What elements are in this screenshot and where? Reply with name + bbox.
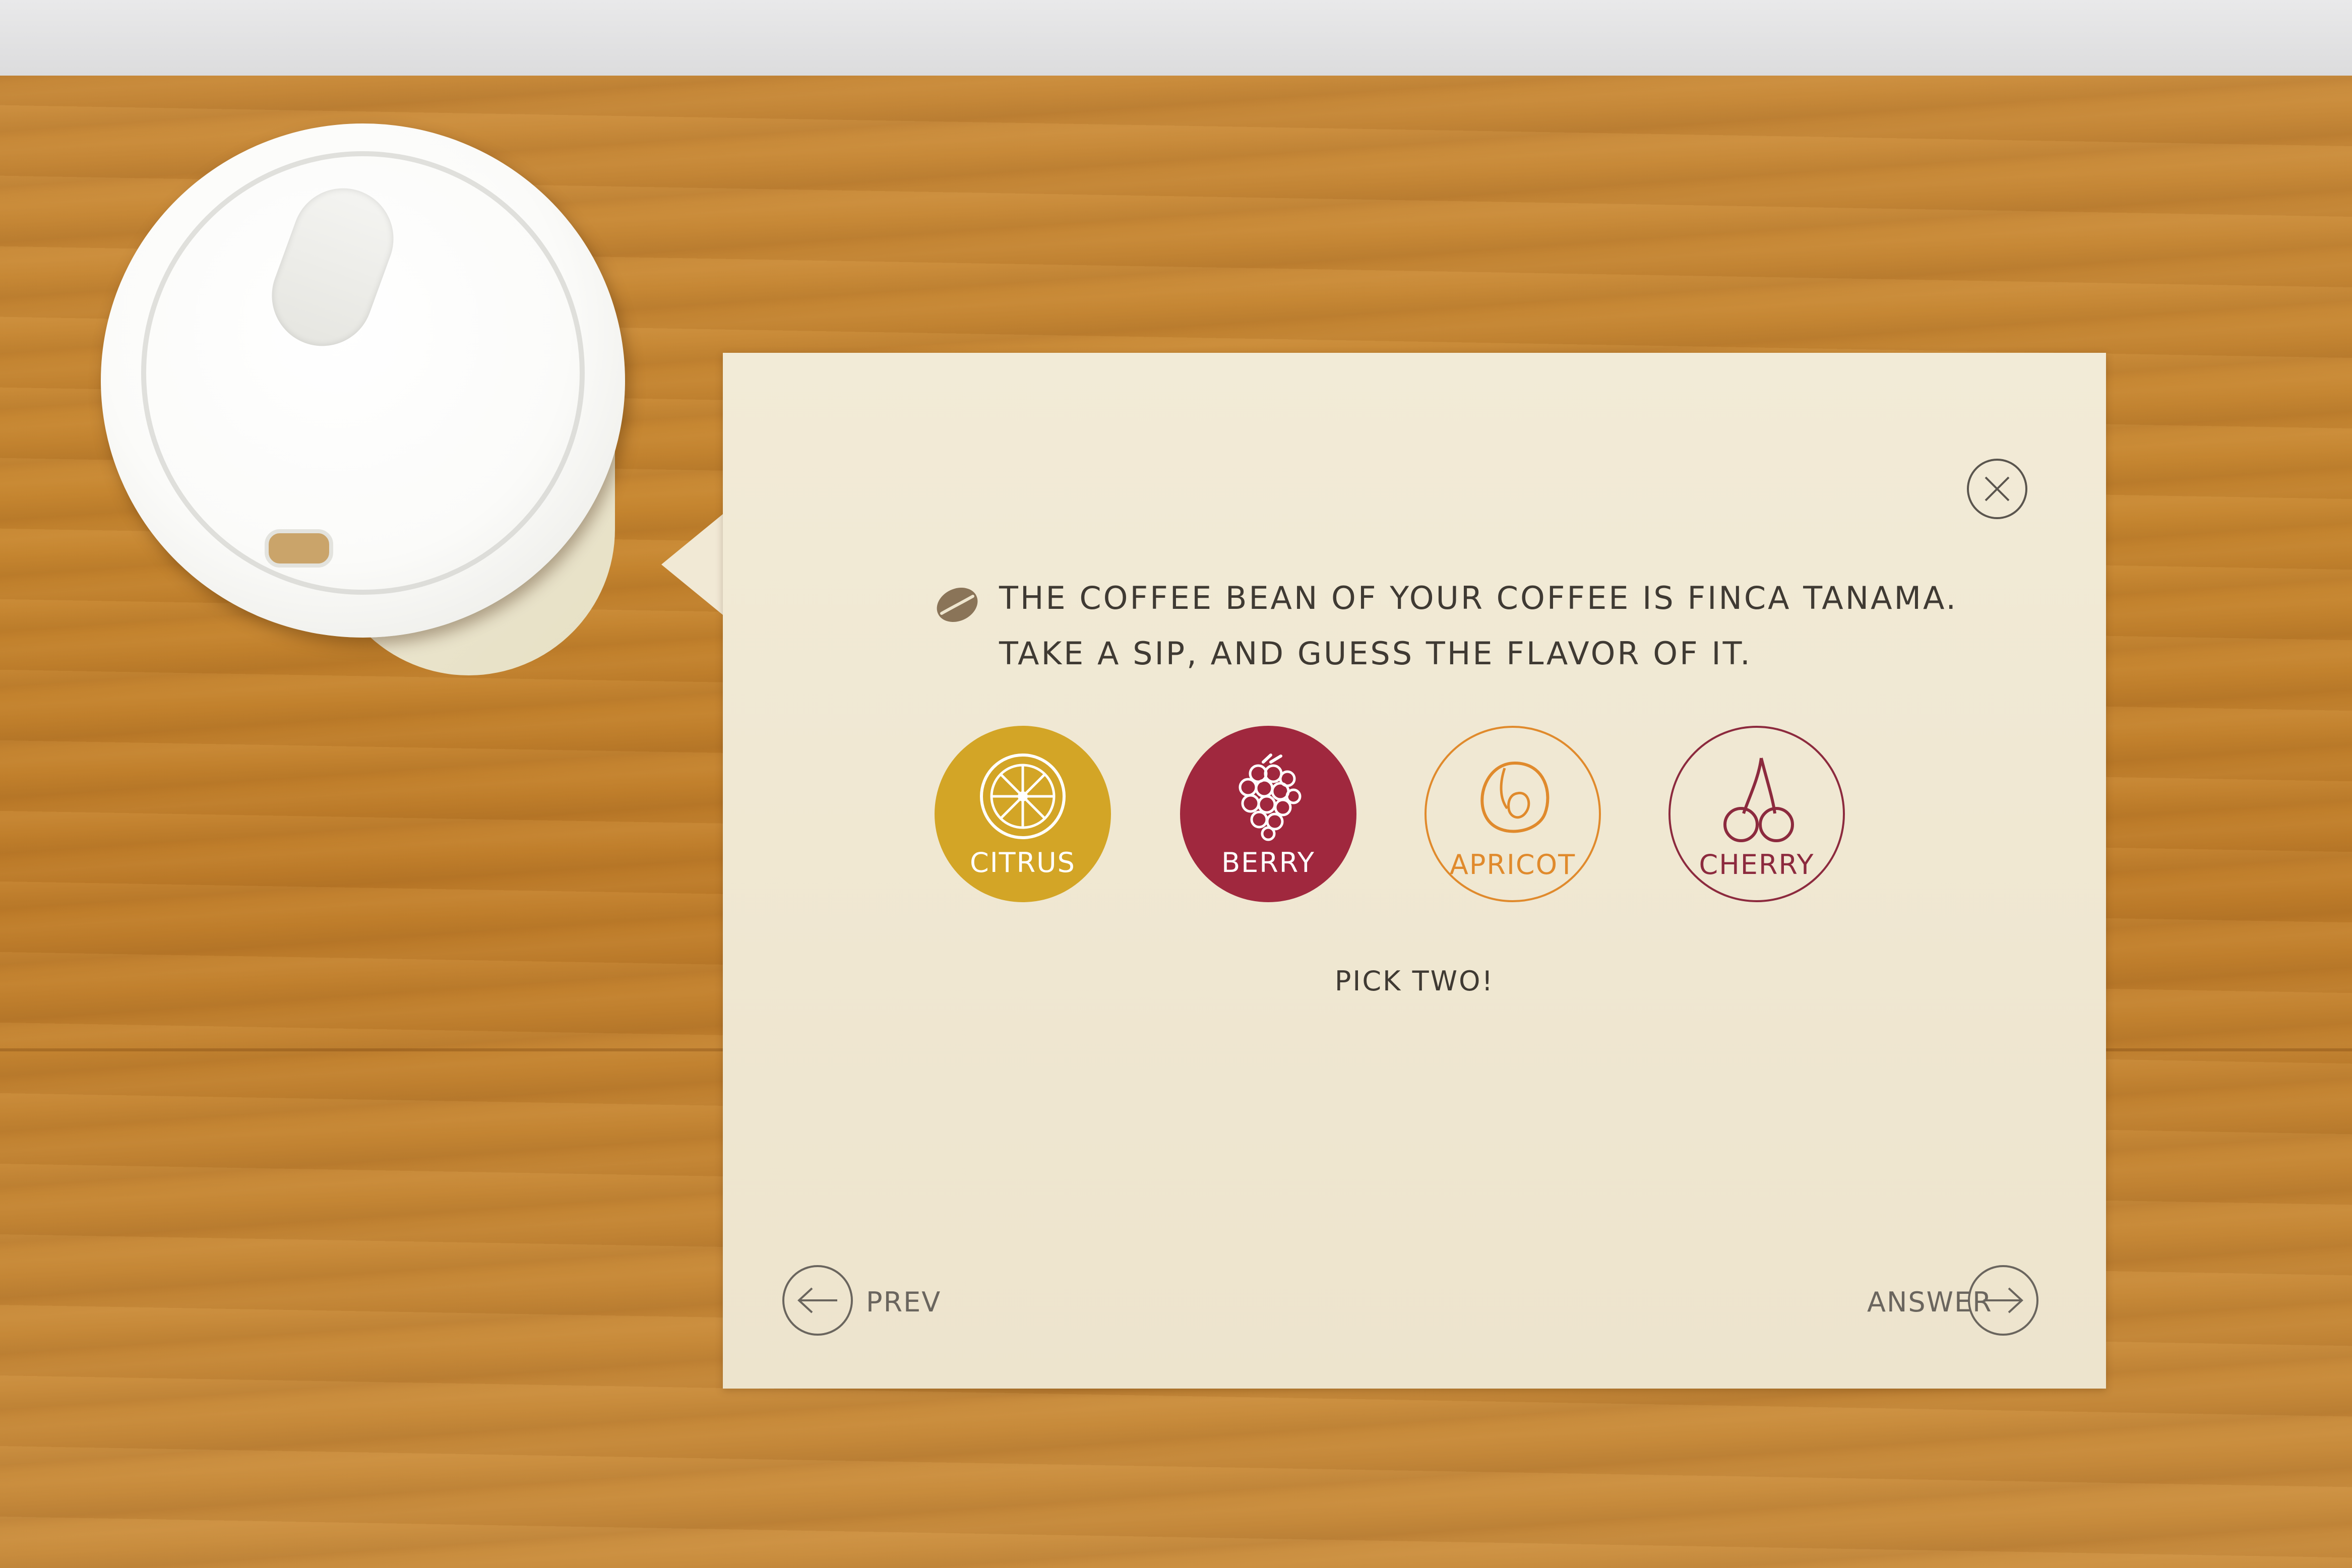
option-berry[interactable]: Berry — [1180, 726, 1356, 902]
option-citrus[interactable]: Citrus — [935, 726, 1111, 902]
option-label-cherry: Cherry — [1699, 849, 1815, 881]
answer-circle — [1968, 1265, 2038, 1336]
close-button[interactable] — [1967, 459, 2027, 519]
prev-button[interactable]: Prev — [782, 1265, 940, 1336]
background-wall — [0, 0, 2352, 76]
prev-circle — [782, 1265, 853, 1336]
option-label-berry: Berry — [1221, 847, 1315, 879]
question-line-1: The coffee bean of your coffee is Finca … — [999, 580, 1958, 616]
berry-icon — [1239, 754, 1302, 841]
arrow-right-icon — [1984, 1287, 2023, 1313]
arrow-left-icon — [797, 1287, 837, 1313]
coffee-cup-sip-hole — [265, 529, 333, 568]
card-pointer — [661, 514, 723, 615]
cherry-icon — [1723, 758, 1794, 842]
apricot-icon — [1480, 761, 1550, 833]
coffee-bean-icon — [937, 587, 978, 622]
option-label-apricot: Apricot — [1449, 849, 1576, 881]
question-line-2: Take a sip, and guess the flavor of it. — [999, 635, 1752, 672]
citrus-icon — [980, 754, 1066, 839]
option-label-citrus: Citrus — [970, 847, 1076, 879]
close-icon — [1985, 476, 2010, 501]
quiz-card: The coffee bean of your coffee is Finca … — [723, 353, 2106, 1389]
prev-label: Prev — [866, 1286, 942, 1318]
pick-hint: Pick two! — [1334, 965, 1495, 997]
answer-button[interactable]: Answer — [1867, 1265, 2038, 1336]
option-apricot[interactable]: Apricot — [1425, 726, 1601, 902]
option-cherry[interactable]: Cherry — [1668, 726, 1845, 902]
